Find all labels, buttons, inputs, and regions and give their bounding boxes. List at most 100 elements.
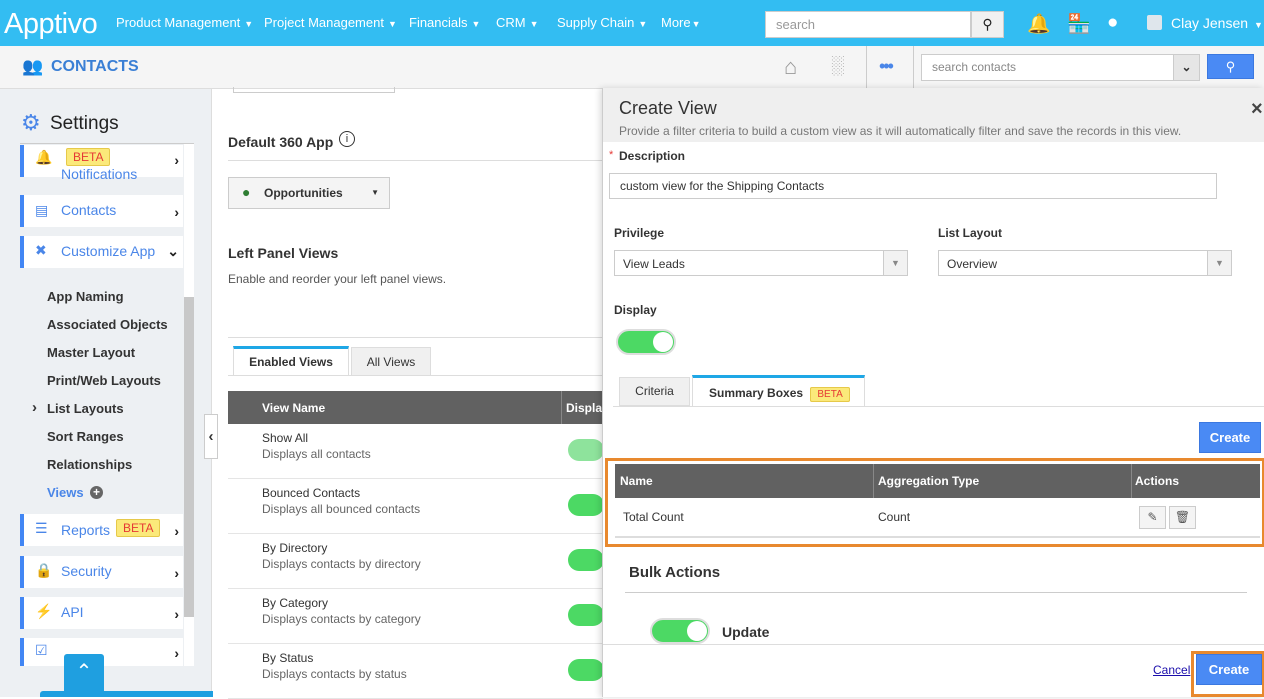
main-content: Default 360 App i ● Opportunities ▼ Left P…	[204, 87, 604, 699]
chat-icon[interactable]: ●	[1107, 12, 1118, 34]
info-icon[interactable]: i	[339, 131, 355, 147]
apptivo-logo[interactable]: Apptivo	[4, 8, 98, 41]
caret-down-icon: ▼	[371, 188, 379, 197]
partial-box	[233, 87, 395, 93]
chart-icon[interactable]: ░	[831, 55, 844, 76]
subitem-relationships[interactable]: Relationships	[47, 457, 132, 472]
modal-header: Create View Provide a filter criteria to…	[603, 88, 1264, 142]
nav-product-management[interactable]: Product Management ▼	[116, 15, 253, 30]
dropdown-value: Opportunities	[264, 186, 343, 200]
subitem-list-layouts[interactable]: List Layouts	[47, 401, 124, 416]
nav-crm[interactable]: CRM ▼	[496, 15, 539, 30]
create-view-button[interactable]: Create	[1196, 654, 1262, 685]
tab-criteria[interactable]: Criteria	[619, 377, 690, 406]
privilege-label: Privilege	[614, 226, 665, 240]
bell-icon: 🔔	[35, 149, 53, 165]
list-layout-select[interactable]: Overview ▼	[938, 250, 1232, 276]
store-icon[interactable]: 🏪	[1067, 12, 1091, 36]
tab-enabled-views[interactable]: Enabled Views	[233, 346, 349, 376]
description-input[interactable]: custom view for the Shipping Contacts	[609, 173, 1217, 199]
sidebar-item-contacts[interactable]: ▤ Contacts ›	[20, 195, 183, 227]
tools-icon: ✖	[35, 242, 47, 258]
subitem-views[interactable]: Views	[47, 485, 84, 500]
collapse-sidebar-button[interactable]: ‹	[204, 414, 218, 459]
chevron-right-icon: ›	[32, 399, 37, 416]
nav-label: CRM	[496, 15, 526, 30]
add-view-icon[interactable]: +	[90, 486, 103, 499]
sidebar-item-reports[interactable]: ☰ Reports BETA ›	[20, 514, 183, 546]
edit-icon[interactable]: ✎	[1139, 506, 1166, 529]
sidebar-title: Settings	[50, 113, 119, 134]
home-icon[interactable]: ⌂	[784, 54, 797, 80]
tab-all-views[interactable]: All Views	[351, 347, 431, 376]
sidebar-item-customize-app[interactable]: ✖ Customize App ⌄	[20, 236, 183, 268]
bulk-actions-title: Bulk Actions	[629, 564, 721, 581]
sidebar-scrollbar[interactable]	[184, 144, 194, 666]
chevron-right-icon: ›	[174, 606, 179, 622]
view-desc: Displays contacts by status	[262, 667, 407, 681]
column-header: Aggregation Type	[878, 474, 980, 488]
caret-down-icon: ▼	[529, 19, 539, 29]
display-toggle[interactable]	[568, 439, 604, 461]
contacts-search-input[interactable]: search contacts	[921, 54, 1174, 81]
divider	[613, 406, 1264, 407]
view-name: By Category	[262, 596, 329, 610]
select-value: Overview	[947, 257, 998, 271]
summary-table-row: Total Count Count ✎ 🗑	[615, 498, 1260, 538]
nav-more[interactable]: More▼	[661, 15, 701, 30]
update-label: Update	[722, 624, 770, 640]
chevron-right-icon: ›	[174, 152, 179, 168]
sidebar-item-api[interactable]: ⚡ API ›	[20, 597, 183, 629]
create-summary-box-button[interactable]: Create	[1199, 422, 1261, 453]
column-header: Display	[566, 401, 603, 415]
user-name: Clay Jensen	[1171, 15, 1249, 31]
subitem-sort-ranges[interactable]: Sort Ranges	[47, 429, 124, 444]
more-dots-icon[interactable]: •••	[879, 56, 894, 77]
sidebar-item-security[interactable]: 🔒 Security ›	[20, 556, 183, 588]
top-navigation-bar: Apptivo Product Management ▼ Project Mana…	[0, 0, 1264, 46]
nav-supply-chain[interactable]: Supply Chain ▼	[557, 15, 647, 30]
view-desc: Displays contacts by directory	[262, 557, 421, 571]
nav-label: Supply Chain	[557, 15, 635, 30]
contacts-search-button[interactable]: ⚲	[1207, 54, 1254, 79]
chevron-right-icon: ›	[174, 645, 179, 661]
chevron-down-icon[interactable]: ⌄	[1173, 54, 1200, 81]
display-toggle[interactable]	[568, 659, 604, 681]
nav-project-management[interactable]: Project Management ▼	[264, 15, 397, 30]
subitem-associated-objects[interactable]: Associated Objects	[47, 317, 168, 332]
subitem-print-web-layouts[interactable]: Print/Web Layouts	[47, 373, 161, 388]
chevron-down-icon: ⌄	[167, 243, 179, 259]
caret-down-icon: ▼	[638, 19, 648, 29]
tab-summary-boxes[interactable]: Summary Boxes BETA	[692, 375, 865, 407]
display-toggle[interactable]	[568, 549, 604, 571]
user-menu[interactable]: Clay Jensen ▼	[1171, 15, 1263, 31]
display-toggle[interactable]	[616, 329, 676, 355]
global-search-input[interactable]: search	[765, 11, 971, 38]
cancel-link[interactable]: Cancel	[1153, 663, 1190, 677]
display-toggle[interactable]	[568, 604, 604, 626]
close-icon[interactable]: ×	[1251, 98, 1263, 121]
beta-badge: BETA	[116, 519, 161, 537]
default-app-label: Default 360 App	[228, 134, 334, 150]
plug-icon: ⚡	[35, 603, 53, 619]
bell-icon[interactable]: 🔔	[1027, 12, 1051, 36]
divider	[228, 337, 603, 338]
subitem-master-layout[interactable]: Master Layout	[47, 345, 135, 360]
summary-table-header: Name Aggregation Type Actions	[615, 464, 1260, 498]
contacts-icon: 👥	[22, 57, 44, 76]
trash-icon[interactable]: 🗑	[1169, 506, 1196, 529]
sidebar-item-notifications[interactable]: 🔔 BETA Notifications ›	[20, 145, 183, 182]
sidebar-item-label: Contacts	[61, 202, 117, 218]
display-toggle[interactable]	[568, 494, 604, 516]
beta-badge: BETA	[810, 387, 850, 402]
sidebar-item-label: Customize App	[61, 243, 156, 259]
search-icon[interactable]: ⚲	[971, 11, 1004, 38]
privilege-select[interactable]: View Leads ▼	[614, 250, 908, 276]
default-app-dropdown[interactable]: ● Opportunities ▼	[228, 177, 390, 209]
avatar[interactable]	[1147, 15, 1162, 30]
view-name: By Status	[262, 651, 314, 665]
nav-label: More	[661, 15, 691, 30]
nav-financials[interactable]: Financials ▼	[409, 15, 480, 30]
update-toggle[interactable]	[650, 618, 710, 644]
subitem-app-naming[interactable]: App Naming	[47, 289, 124, 304]
